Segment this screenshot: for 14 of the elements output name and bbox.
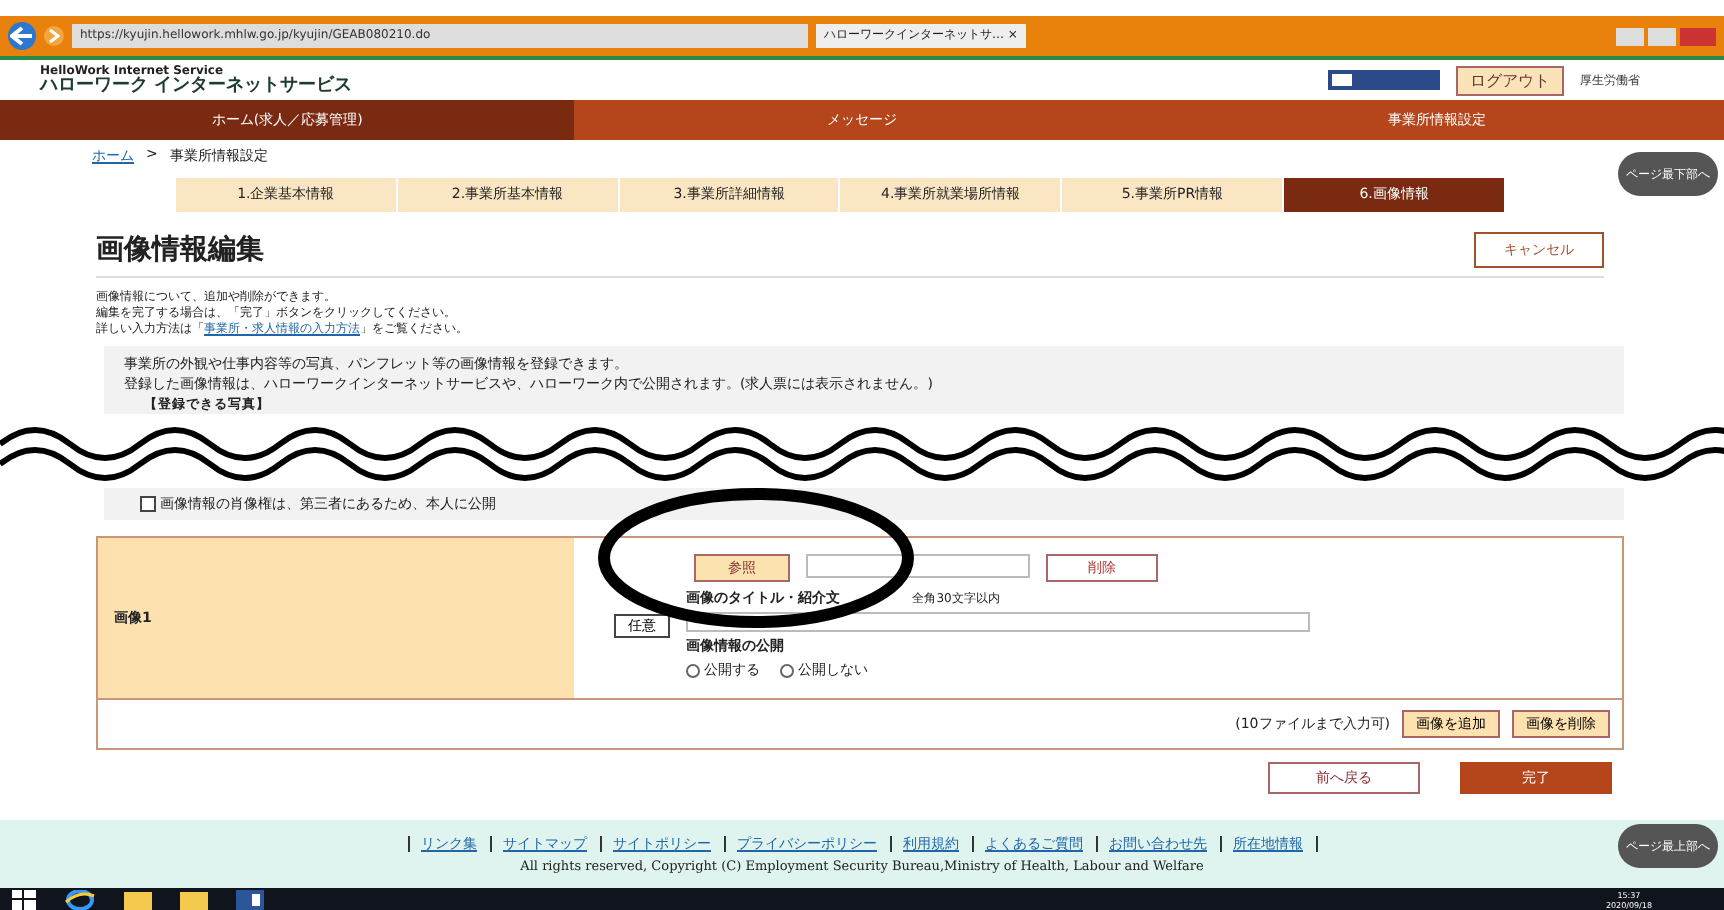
checkbox[interactable] (140, 496, 156, 512)
folder-icon[interactable] (124, 889, 152, 909)
folder-icon[interactable] (180, 889, 208, 909)
service-name: ハローワーク インターネットサービス (40, 77, 353, 95)
browser-app-icon[interactable] (64, 889, 96, 909)
window-controls-icon[interactable] (1616, 27, 1716, 45)
logout-button[interactable]: ログアウト (1456, 65, 1564, 95)
title-field[interactable] (686, 612, 1310, 632)
windows-start-icon[interactable] (12, 889, 36, 909)
document-app-icon[interactable] (236, 889, 264, 909)
forward-button[interactable] (44, 26, 64, 46)
file-field[interactable] (806, 554, 1030, 578)
back-button[interactable] (8, 22, 36, 50)
page-title: 画像情報編集 (96, 232, 264, 268)
